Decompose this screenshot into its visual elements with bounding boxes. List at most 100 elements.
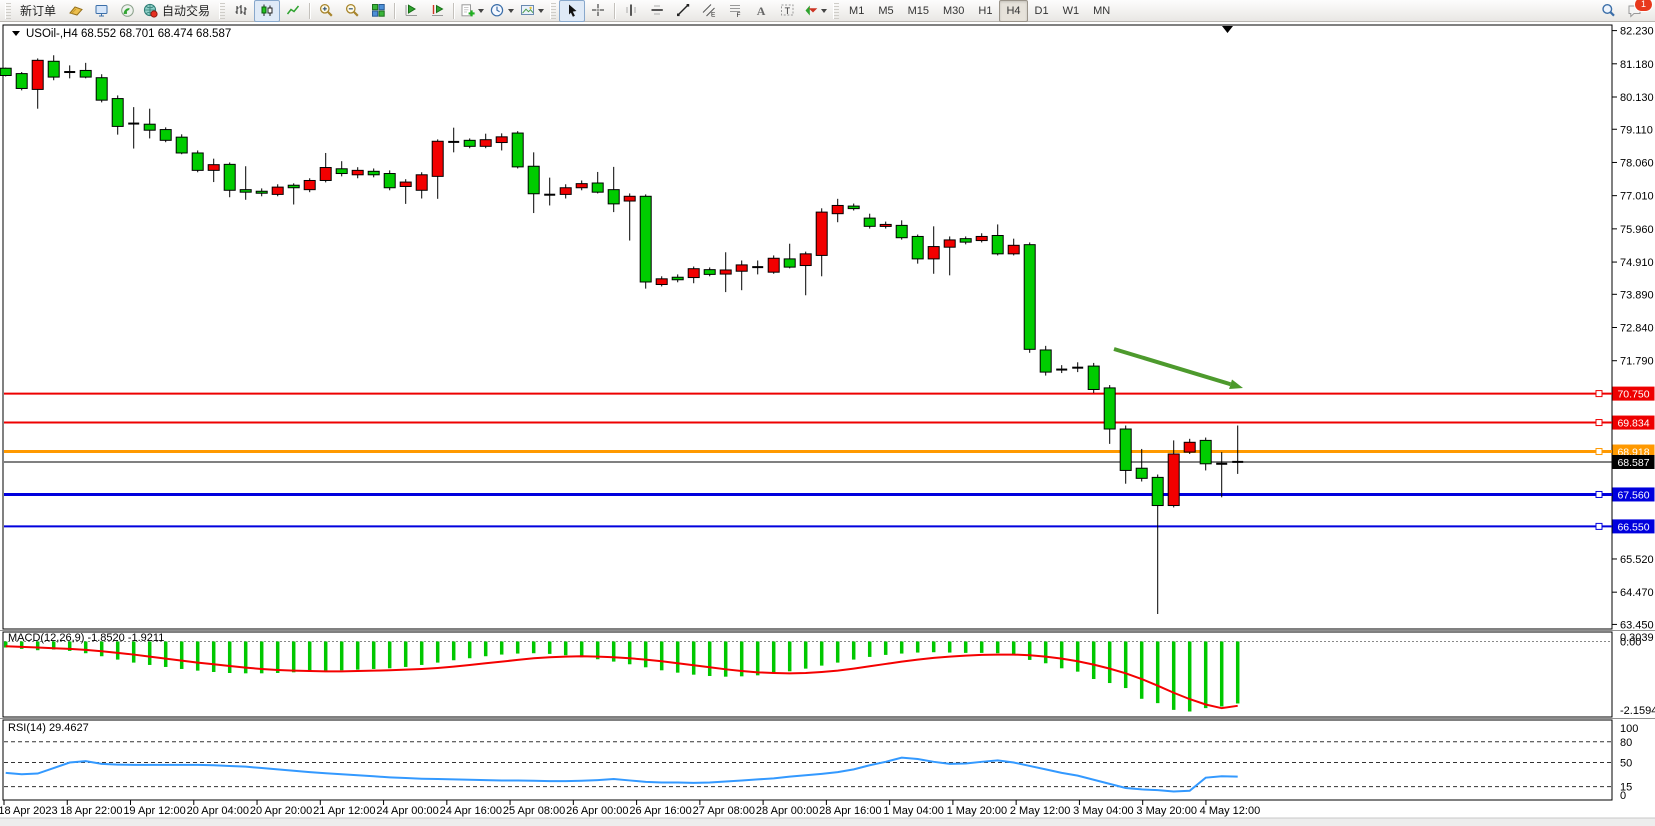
timeframe-d1-button[interactable]: D1 [1028,0,1056,22]
timeframe-m5-button[interactable]: M5 [871,0,900,22]
chart-window: USOil-,H4 68.552 68.701 68.474 68.587 82.… [0,22,1655,826]
svg-text:63.450: 63.450 [1620,619,1654,631]
svg-text:T: T [784,6,790,16]
svg-text:73.890: 73.890 [1620,289,1654,301]
timeframe-m15-button[interactable]: M15 [901,0,936,22]
chevron-down-icon [508,9,514,13]
terminal-button[interactable] [88,0,114,22]
svg-text:74.910: 74.910 [1620,257,1654,269]
svg-text:80.130: 80.130 [1620,92,1654,104]
svg-text:50: 50 [1620,758,1632,770]
trendline-button[interactable] [670,0,696,22]
clock-icon [490,3,505,18]
svg-text:3 May 04:00: 3 May 04:00 [1073,805,1134,817]
toolbar-grip[interactable] [219,3,225,19]
add-indicator-button[interactable] [457,0,487,22]
chart-shift-icon [430,3,445,18]
add-indicator-icon [460,3,475,18]
svg-text:RSI(14) 29.4627: RSI(14) 29.4627 [8,722,89,734]
svg-text:67.560: 67.560 [1617,489,1649,501]
tile-windows-button[interactable] [365,0,391,22]
horizontal-line-button[interactable] [644,0,670,22]
text-label-button[interactable]: T [774,0,800,22]
svg-text:78.060: 78.060 [1620,157,1654,169]
svg-text:20 Apr 04:00: 20 Apr 04:00 [187,805,249,817]
svg-text:-2.1594: -2.1594 [1620,705,1655,717]
arrows-icon [803,3,818,18]
timeframe-h4-button[interactable]: H4 [999,0,1027,22]
svg-text:82.230: 82.230 [1620,26,1654,38]
svg-text:4 May 12:00: 4 May 12:00 [1200,805,1261,817]
svg-text:USOil-,H4 68.552 68.701 68.47: USOil-,H4 68.552 68.701 68.474 68.587 [26,28,231,40]
navigator-icon [68,3,83,18]
svg-text:100: 100 [1620,723,1638,735]
line-chart-button[interactable] [280,0,306,22]
svg-text:27 Apr 08:00: 27 Apr 08:00 [693,805,755,817]
svg-text:A: A [756,4,765,18]
svg-text:1 May 20:00: 1 May 20:00 [947,805,1008,817]
timeframe-h1-button[interactable]: H1 [971,0,999,22]
price-chart-canvas[interactable]: USOil-,H4 68.552 68.701 68.474 68.587 82.… [0,22,1655,826]
new-order-button[interactable]: 新订单 [14,0,62,22]
svg-text:24 Apr 00:00: 24 Apr 00:00 [376,805,438,817]
svg-text:20 Apr 20:00: 20 Apr 20:00 [250,805,312,817]
navigator-button[interactable] [62,0,88,22]
svg-text:18 Apr 22:00: 18 Apr 22:00 [60,805,122,817]
terminal-icon [94,3,109,18]
equidistant-channel-button[interactable]: E [696,0,722,22]
zoom-in-icon [319,3,334,18]
timeframe-mn-button[interactable]: MN [1086,0,1117,22]
svg-text:77.010: 77.010 [1620,191,1654,203]
auto-scroll-button[interactable] [398,0,424,22]
fibonacci-icon: F [728,3,743,18]
svg-text:21 Apr 12:00: 21 Apr 12:00 [313,805,375,817]
fibonacci-button[interactable]: F [722,0,748,22]
chevron-down-icon [538,9,544,13]
search-button[interactable] [1595,0,1621,22]
svg-text:65.520: 65.520 [1620,554,1654,566]
svg-text:28 Apr 00:00: 28 Apr 00:00 [756,805,818,817]
notification-badge: 1 [1634,0,1653,12]
bar-chart-icon [234,3,249,18]
timeframe-m1-button[interactable]: M1 [842,0,871,22]
svg-text:70.750: 70.750 [1617,389,1649,401]
zoom-out-icon [345,3,360,18]
svg-text:26 Apr 00:00: 26 Apr 00:00 [566,805,628,817]
cursor-button[interactable] [559,0,585,22]
signals-button[interactable] [114,0,140,22]
crosshair-button[interactable] [585,0,611,22]
auto-trading-button[interactable]: 自动交易 [140,0,216,22]
toolbar-grip[interactable] [833,3,839,19]
search-icon [1601,3,1616,18]
auto-trading-icon [143,3,158,18]
arrows-button[interactable] [800,0,830,22]
bar-chart-button[interactable] [228,0,254,22]
cursor-icon [565,3,580,18]
chart-shift-button[interactable] [424,0,450,22]
trading-terminal-window: 新订单 自动交易 E F A T [0,0,1655,826]
text-icon: A [754,3,769,18]
svg-text:80: 80 [1620,737,1632,749]
auto-scroll-icon [404,3,419,18]
toolbar-grip[interactable] [5,3,11,19]
timeframe-m30-button[interactable]: M30 [936,0,971,22]
notifications-button[interactable]: 1 [1621,0,1647,22]
templates-button[interactable] [517,0,547,22]
horizontal-line-icon [650,3,665,18]
candlestick-chart-button[interactable] [254,0,280,22]
channel-icon: E [702,3,717,18]
new-order-label: 新订单 [17,2,59,19]
timeframe-w1-button[interactable]: W1 [1056,0,1087,22]
toolbar-grip[interactable] [550,3,556,19]
zoom-in-button[interactable] [313,0,339,22]
svg-text:79.110: 79.110 [1620,124,1653,136]
svg-text:66.550: 66.550 [1617,521,1649,533]
periods-button[interactable] [487,0,517,22]
vertical-line-button[interactable] [618,0,644,22]
svg-text:19 Apr 12:00: 19 Apr 12:00 [123,805,185,817]
text-button[interactable]: A [748,0,774,22]
svg-text:25 Apr 08:00: 25 Apr 08:00 [503,805,565,817]
zoom-out-button[interactable] [339,0,365,22]
line-chart-icon [286,3,301,18]
candlestick-chart-icon [260,3,275,18]
